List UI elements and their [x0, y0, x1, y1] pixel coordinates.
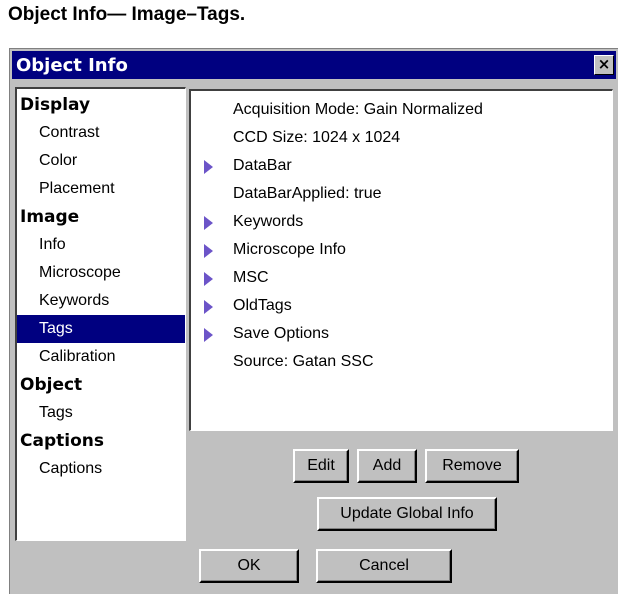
close-button[interactable]: × — [594, 55, 614, 75]
tag-row[interactable]: Source: Gatan SSC — [191, 348, 612, 376]
tag-row[interactable]: MSC — [191, 264, 612, 292]
tag-row[interactable]: Microscope Info — [191, 236, 612, 264]
tag-label: Microscope Info — [233, 241, 346, 258]
tag-row[interactable]: DataBar — [191, 152, 612, 180]
tag-label: Source: Gatan SSC — [233, 353, 374, 370]
tag-label: CCD Size: 1024 x 1024 — [233, 129, 401, 146]
nav-item-image-calibration[interactable]: Calibration — [17, 343, 185, 371]
object-info-dialog: Object Info × Display Contrast Color Placem… — [9, 48, 618, 594]
tags-tree: Acquisition Mode: Gain Normalized CCD Siz… — [189, 89, 613, 431]
tag-label: Acquisition Mode: Gain Normalized — [233, 101, 483, 118]
nav-heading-captions[interactable]: Captions — [17, 427, 185, 455]
nav-item-display-contrast[interactable]: Contrast — [17, 119, 185, 147]
category-list: Display Contrast Color Placement Image Info Mi… — [15, 87, 186, 541]
add-button[interactable]: Add — [357, 449, 417, 483]
figure-caption: Object Info— Image–Tags. — [8, 4, 246, 25]
nav-item-display-placement[interactable]: Placement — [17, 175, 185, 203]
expand-arrow-icon[interactable] — [204, 216, 213, 230]
tag-row[interactable]: CCD Size: 1024 x 1024 — [191, 124, 612, 152]
nav-heading-object[interactable]: Object — [17, 371, 185, 399]
expand-arrow-icon[interactable] — [204, 300, 213, 314]
nav-item-image-microscope[interactable]: Microscope — [17, 259, 185, 287]
nav-item-image-tags[interactable]: Tags — [17, 315, 185, 343]
tag-label: DataBar — [233, 157, 292, 174]
nav-heading-image[interactable]: Image — [17, 203, 185, 231]
ok-button[interactable]: OK — [199, 549, 299, 583]
tag-row[interactable]: Save Options — [191, 320, 612, 348]
expand-arrow-icon[interactable] — [204, 328, 213, 342]
dialog-title: Object Info — [16, 55, 128, 76]
nav-item-object-tags[interactable]: Tags — [17, 399, 185, 427]
tag-label: OldTags — [233, 297, 292, 314]
tag-label: DataBarApplied: true — [233, 185, 382, 202]
tag-label: Keywords — [233, 213, 304, 230]
nav-item-display-color[interactable]: Color — [17, 147, 185, 175]
remove-button[interactable]: Remove — [425, 449, 519, 483]
edit-button[interactable]: Edit — [293, 449, 349, 483]
nav-item-image-keywords[interactable]: Keywords — [17, 287, 185, 315]
nav-heading-display[interactable]: Display — [17, 91, 185, 119]
title-bar[interactable]: Object Info × — [12, 51, 616, 79]
expand-arrow-icon[interactable] — [204, 160, 213, 174]
update-global-info-button[interactable]: Update Global Info — [317, 497, 497, 531]
tag-label: Save Options — [233, 325, 330, 342]
nav-item-captions-captions[interactable]: Captions — [17, 455, 185, 483]
tag-row[interactable]: Acquisition Mode: Gain Normalized — [191, 96, 612, 124]
expand-arrow-icon[interactable] — [204, 272, 213, 286]
nav-item-image-info[interactable]: Info — [17, 231, 185, 259]
close-icon: × — [597, 55, 611, 73]
tag-row[interactable]: OldTags — [191, 292, 612, 320]
expand-arrow-icon[interactable] — [204, 244, 213, 258]
cancel-button[interactable]: Cancel — [316, 549, 452, 583]
tag-row[interactable]: DataBarApplied: true — [191, 180, 612, 208]
tag-row[interactable]: Keywords — [191, 208, 612, 236]
tag-label: MSC — [233, 269, 269, 286]
